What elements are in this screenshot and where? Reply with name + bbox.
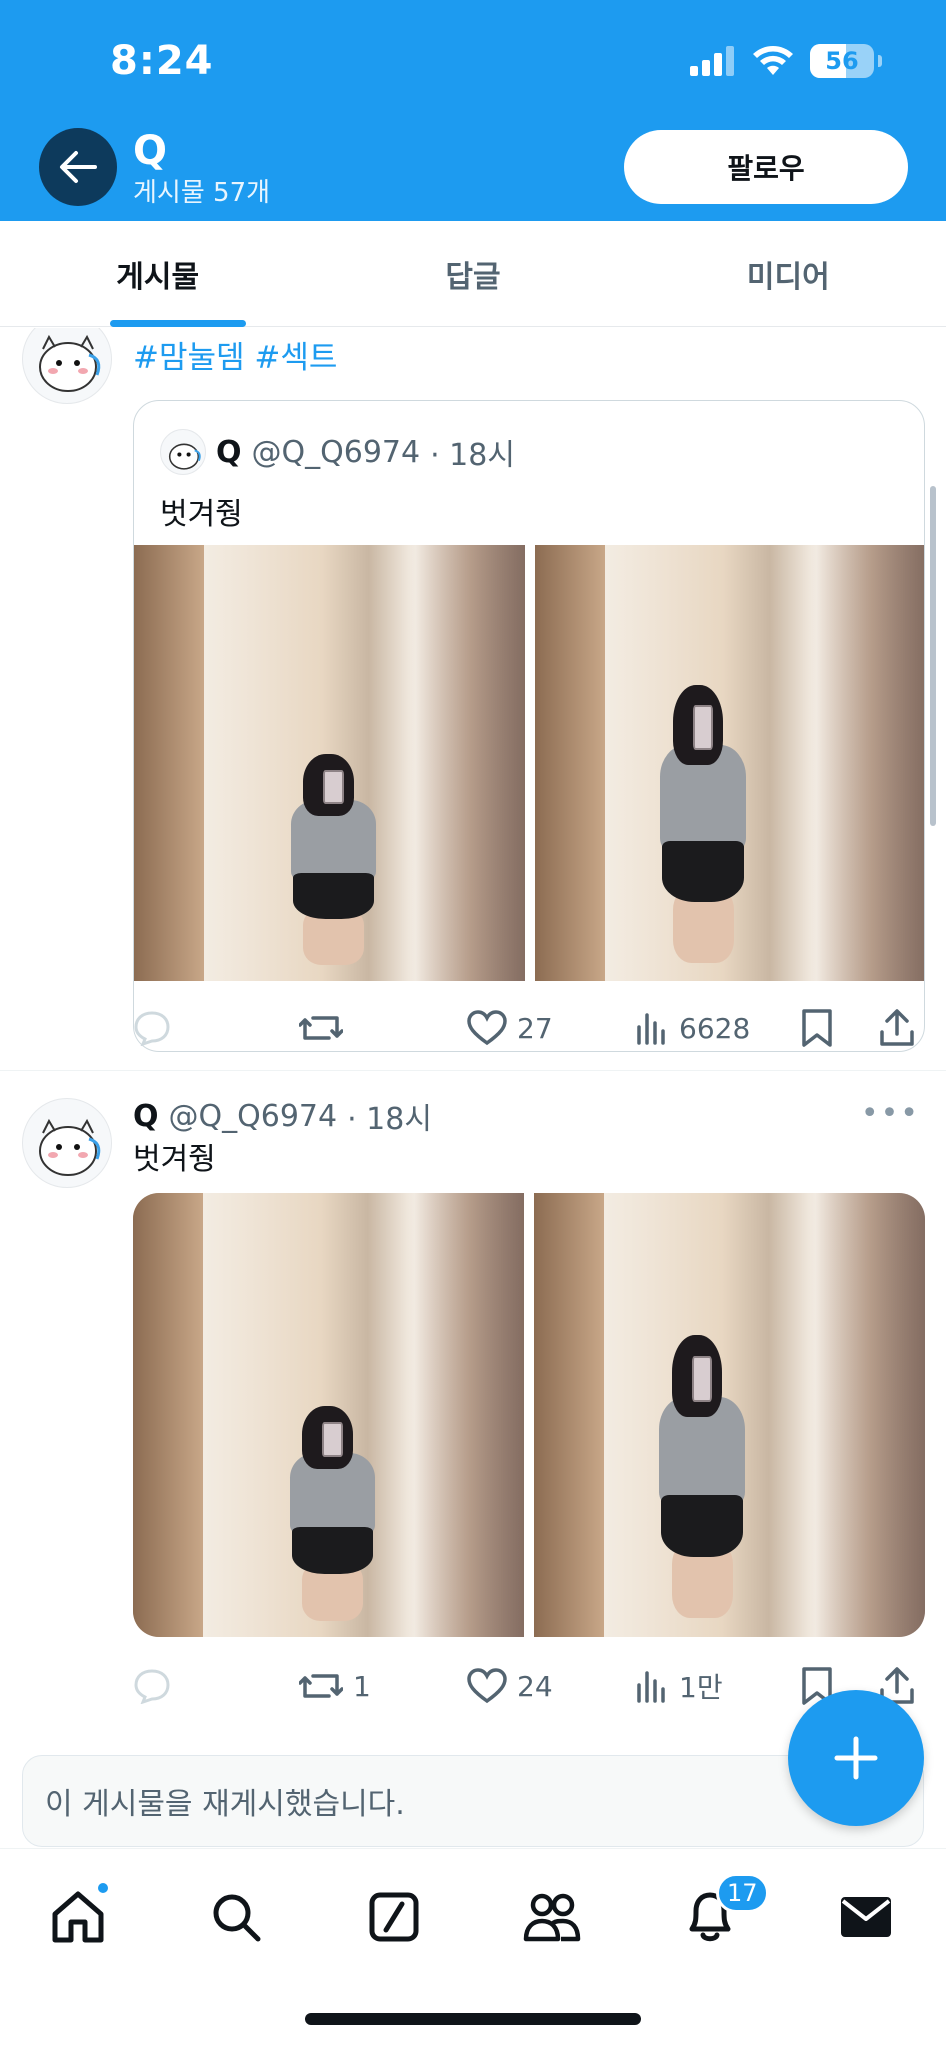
search-icon <box>213 1894 261 1942</box>
post-count: 게시물 57개 <box>133 178 271 208</box>
views-icon <box>637 1013 665 1045</box>
like-count: 24 <box>517 1669 553 1703</box>
plus-icon <box>834 1736 878 1780</box>
quoted-post-card[interactable]: Q @Q_Q6974 · 18시 벗겨줭 <box>133 400 925 1052</box>
views-button[interactable]: 1만 <box>635 1656 723 1716</box>
timeline-feed[interactable]: #맘눌뎀 #섹트 Q @Q_Q6974 · 18시 벗겨줭 27 6628 Q … <box>0 328 946 1848</box>
home-unread-dot <box>96 1881 110 1895</box>
post-photo[interactable] <box>134 545 525 981</box>
post-actions: 1 24 1만 <box>133 1656 925 1716</box>
quoted-post-text: 벗겨줭 <box>160 497 243 532</box>
post-text: 벗겨줭 <box>133 1142 216 1177</box>
arrow-left-icon <box>60 151 97 183</box>
quoted-post-header: Q @Q_Q6974 · 18시 <box>160 429 515 475</box>
cat-avatar-icon <box>39 1118 101 1176</box>
retweet-button[interactable] <box>299 998 353 1058</box>
nav-search[interactable] <box>196 1877 276 1957</box>
profile-name: Q <box>133 128 168 174</box>
communities-icon <box>523 1893 581 1942</box>
bookmark-icon <box>802 1009 832 1047</box>
nav-home[interactable] <box>38 1877 118 1957</box>
share-button[interactable] <box>879 998 915 1058</box>
retweet-icon <box>299 1016 343 1040</box>
views-count: 6628 <box>679 1011 751 1045</box>
post-header: Q @Q_Q6974 · 18시 <box>133 1094 432 1138</box>
like-button[interactable]: 24 <box>467 1656 553 1716</box>
heart-icon <box>467 1010 507 1046</box>
views-count: 1만 <box>679 1671 723 1704</box>
post-photo[interactable] <box>535 545 924 981</box>
nav-grok[interactable] <box>354 1877 434 1957</box>
reply-button[interactable] <box>133 1656 181 1716</box>
profile-tabs: 게시물 답글 미디어 <box>0 221 946 327</box>
retweet-button[interactable]: 1 <box>299 1656 371 1716</box>
quoted-display-name: Q <box>216 434 242 470</box>
cat-avatar-icon <box>39 334 101 392</box>
user-handle[interactable]: @Q_Q6974 <box>169 1099 338 1134</box>
post-hashtags[interactable]: #맘눌뎀 #섹트 <box>133 332 337 377</box>
quoted-photo-grid <box>134 545 924 981</box>
status-icons: 56 <box>690 44 882 78</box>
post-photo[interactable] <box>133 1193 524 1637</box>
avatar[interactable] <box>22 328 112 404</box>
compose-button[interactable] <box>788 1690 924 1826</box>
retweet-icon <box>299 1674 343 1698</box>
avatar[interactable] <box>22 1098 112 1188</box>
post-photo[interactable] <box>534 1193 925 1637</box>
profile-header: 8:24 56 Q 게시물 57개 팔로우 <box>0 0 946 221</box>
home-icon <box>52 1891 104 1943</box>
notifications-badge: 17 <box>716 1873 769 1913</box>
share-icon <box>880 1009 914 1046</box>
wifi-icon <box>753 46 793 75</box>
bookmark-button[interactable] <box>801 998 833 1058</box>
reply-icon <box>134 1669 170 1704</box>
display-name[interactable]: Q <box>133 1099 159 1134</box>
grok-icon <box>369 1892 419 1942</box>
nav-messages[interactable] <box>826 1877 906 1957</box>
battery-icon: 56 <box>810 44 874 78</box>
like-count: 27 <box>517 1011 553 1045</box>
post-photo-grid <box>133 1193 925 1637</box>
reply-button[interactable] <box>133 998 181 1058</box>
post-actions: 27 6628 <box>133 998 925 1058</box>
tab-media[interactable]: 미디어 <box>631 221 946 326</box>
more-options-icon[interactable]: ••• <box>861 1096 920 1131</box>
follow-button[interactable]: 팔로우 <box>624 130 908 204</box>
post-time: · 18시 <box>347 1102 432 1137</box>
nav-notifications[interactable]: 17 <box>670 1873 769 1957</box>
views-icon <box>637 1671 665 1703</box>
reply-icon <box>134 1011 170 1046</box>
tab-replies[interactable]: 답글 <box>315 221 630 326</box>
like-button[interactable]: 27 <box>467 998 553 1058</box>
post-divider <box>0 1070 946 1071</box>
active-tab-indicator <box>110 320 246 327</box>
retweet-count: 1 <box>353 1669 371 1703</box>
signal-icon <box>690 46 734 76</box>
quoted-handle: @Q_Q6974 <box>251 434 421 470</box>
back-button[interactable] <box>39 128 117 206</box>
tab-posts[interactable]: 게시물 <box>0 221 315 326</box>
home-indicator <box>305 2013 641 2025</box>
envelope-icon <box>841 1897 891 1937</box>
cat-avatar-icon <box>168 443 201 470</box>
status-time: 8:24 <box>110 38 214 84</box>
scrollbar[interactable] <box>930 486 936 826</box>
quoted-avatar <box>160 429 206 475</box>
battery-tip <box>878 55 882 67</box>
quoted-time: · 18시 <box>430 438 515 473</box>
heart-icon <box>467 1668 507 1704</box>
nav-communities[interactable] <box>512 1877 592 1957</box>
views-button[interactable]: 6628 <box>635 998 750 1058</box>
battery-level: 56 <box>825 47 859 75</box>
